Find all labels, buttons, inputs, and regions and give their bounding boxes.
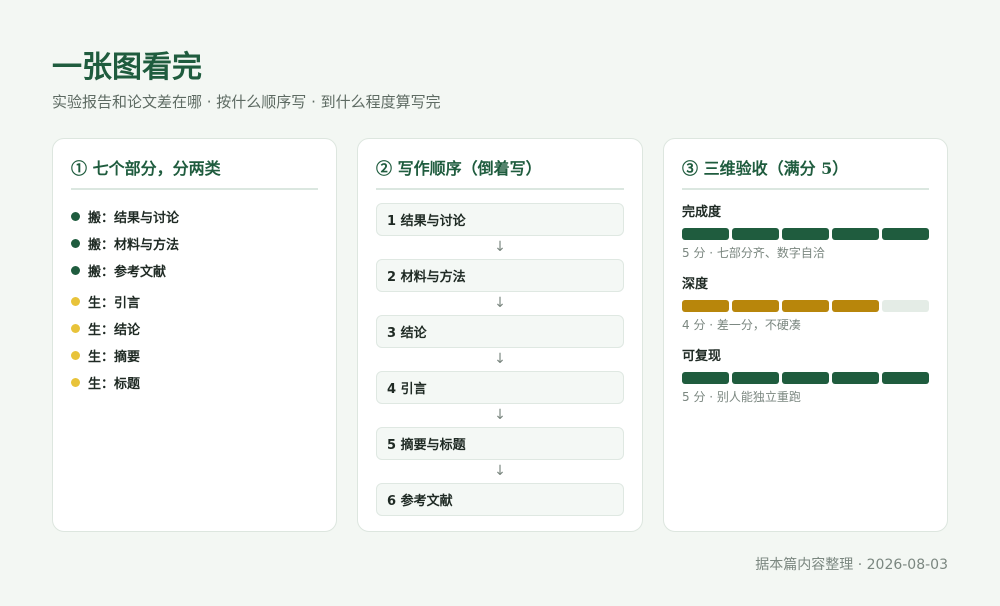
metric-completeness: 完成度 5 分 · 七部分齐、数字自洽 [682, 204, 929, 262]
score-segment-filled [782, 228, 829, 240]
order-card: ② 写作顺序（倒着写） 1 结果与讨论 ↓ 2 材料与方法 ↓ 3 结论 ↓ 4… [357, 138, 643, 532]
arrow-down-icon: ↓ [494, 239, 506, 255]
step-item: 5 摘要与标题 [376, 427, 624, 460]
list-item-label: 生：结论 [88, 323, 141, 338]
bullet-dot-icon [71, 297, 80, 306]
metric-label: 可复现 [682, 349, 722, 364]
arrow-down-icon: ↓ [494, 295, 506, 311]
score-segment-filled [732, 372, 779, 384]
list-item-label: 生：引言 [88, 296, 141, 311]
score-segment-filled [782, 372, 829, 384]
bullet-dot-icon [71, 324, 80, 333]
parts-card-heading: ① 七个部分，分两类 [71, 139, 318, 190]
list-item: 生：标题 [71, 369, 318, 396]
order-card-heading: ② 写作顺序（倒着写） [376, 139, 624, 190]
metric-note: 5 分 · 七部分齐、数字自洽 [682, 246, 825, 260]
metric-label: 完成度 [682, 205, 722, 220]
score-segment-filled [832, 300, 879, 312]
list-item-label: 生：标题 [88, 377, 141, 392]
metric-depth: 深度 4 分 · 差一分，不硬凑 [682, 276, 929, 334]
score-segment-filled [882, 228, 929, 240]
step-item: 6 参考文献 [376, 483, 624, 516]
acceptance-card-heading: ③ 三维验收（满分 5） [682, 139, 929, 190]
list-item: 生：引言 [71, 288, 318, 315]
score-bar [682, 300, 929, 312]
metric-label: 深度 [682, 277, 709, 292]
arrow-down-icon: ↓ [494, 351, 506, 367]
step-item: 2 材料与方法 [376, 259, 624, 292]
metric-note: 5 分 · 别人能独立重跑 [682, 390, 801, 404]
list-item: 搬：材料与方法 [71, 230, 318, 257]
list-item-label: 生：摘要 [88, 350, 141, 365]
score-segment-filled [832, 372, 879, 384]
footer-source: 据本篇内容整理 · 2026-08-03 [755, 557, 948, 573]
score-bar [682, 228, 929, 240]
steps-list: 1 结果与讨论 ↓ 2 材料与方法 ↓ 3 结论 ↓ 4 引言 ↓ 5 摘要与标… [376, 190, 624, 516]
parts-list: 搬：结果与讨论 搬：材料与方法 搬：参考文献 生：引言 生：结论 生：摘要 生：… [71, 190, 318, 396]
score-segment-empty [882, 300, 929, 312]
bullet-dot-icon [71, 212, 80, 221]
list-item-label: 搬：材料与方法 [88, 238, 180, 253]
score-segment-filled [882, 372, 929, 384]
score-segment-filled [682, 228, 729, 240]
score-segment-filled [732, 228, 779, 240]
list-item: 生：结论 [71, 315, 318, 342]
page-subtitle: 实验报告和论文差在哪 · 按什么顺序写 · 到什么程度算写完 [52, 93, 441, 111]
list-item-label: 搬：参考文献 [88, 265, 167, 280]
parts-card: ① 七个部分，分两类 搬：结果与讨论 搬：材料与方法 搬：参考文献 生：引言 生… [52, 138, 337, 532]
list-item: 搬：参考文献 [71, 257, 318, 284]
score-segment-filled [682, 300, 729, 312]
list-item: 生：摘要 [71, 342, 318, 369]
score-segment-filled [682, 372, 729, 384]
score-bar [682, 372, 929, 384]
metric-reproducibility: 可复现 5 分 · 别人能独立重跑 [682, 348, 929, 406]
bullet-dot-icon [71, 239, 80, 248]
step-item: 3 结论 [376, 315, 624, 348]
score-segment-filled [782, 300, 829, 312]
metric-note: 4 分 · 差一分，不硬凑 [682, 318, 801, 332]
bullet-dot-icon [71, 351, 80, 360]
acceptance-card: ③ 三维验收（满分 5） 完成度 5 分 · 七部分齐、数字自洽 深度 4 分 … [663, 138, 948, 532]
arrow-down-icon: ↓ [494, 463, 506, 479]
score-segment-filled [732, 300, 779, 312]
step-item: 1 结果与讨论 [376, 203, 624, 236]
bullet-dot-icon [71, 266, 80, 275]
bullet-dot-icon [71, 378, 80, 387]
page-title: 一张图看完 [52, 50, 202, 85]
list-item: 搬：结果与讨论 [71, 203, 318, 230]
score-segment-filled [832, 228, 879, 240]
step-item: 4 引言 [376, 371, 624, 404]
list-item-label: 搬：结果与讨论 [88, 211, 180, 226]
arrow-down-icon: ↓ [494, 407, 506, 423]
